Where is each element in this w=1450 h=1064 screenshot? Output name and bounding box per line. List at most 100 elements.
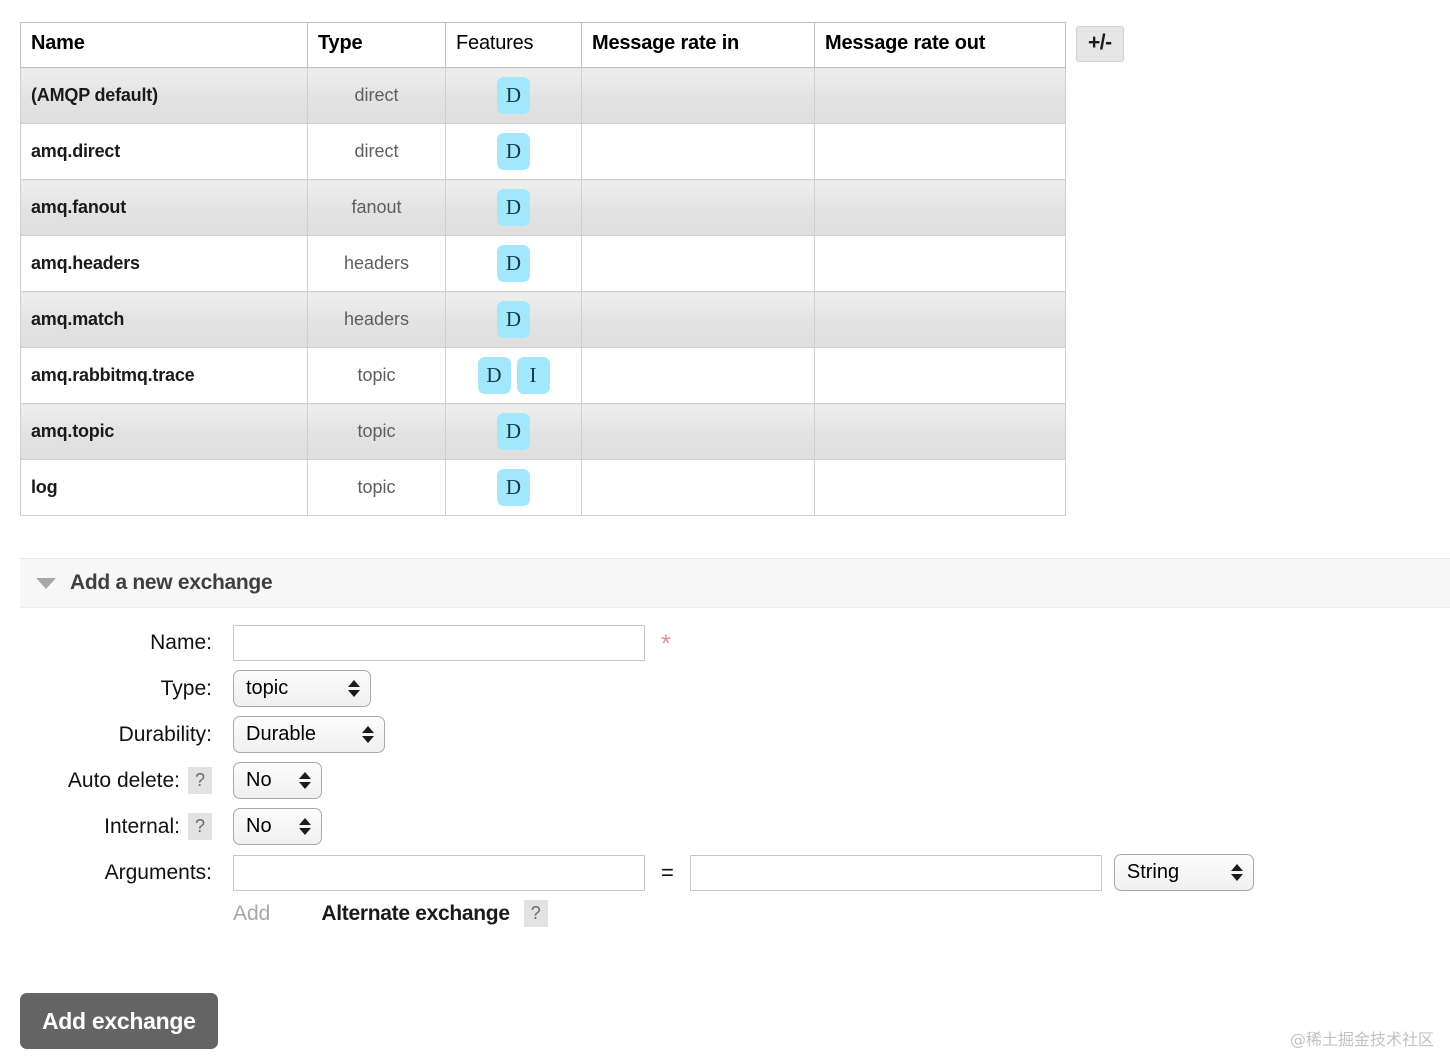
exchange-name-input[interactable] xyxy=(233,625,645,661)
cell-message-rate-out xyxy=(815,292,1066,348)
cell-exchange-name[interactable]: amq.direct xyxy=(21,124,308,180)
cell-message-rate-in xyxy=(582,180,815,236)
watermark: @稀土掘金技术社区 xyxy=(1290,1026,1434,1050)
cell-message-rate-in xyxy=(582,124,815,180)
internal-field-area: No xyxy=(233,808,322,845)
stepper-arrows-icon xyxy=(299,769,311,793)
column-header-message-rate-out[interactable]: Message rate out xyxy=(815,23,1066,68)
equals-separator: = xyxy=(661,860,674,886)
column-header-type[interactable]: Type xyxy=(308,23,446,68)
durable-badge: D xyxy=(497,301,530,338)
argument-type-select[interactable]: String xyxy=(1114,854,1254,891)
durable-badge: D xyxy=(497,189,530,226)
form-row-arguments: Arguments: = String xyxy=(0,854,1450,891)
cell-message-rate-out xyxy=(815,180,1066,236)
arguments-label: Arguments: xyxy=(0,861,212,885)
argument-type-select-value: String xyxy=(1127,861,1179,884)
durability-label: Durability: xyxy=(0,723,212,747)
cell-message-rate-out xyxy=(815,348,1066,404)
auto-delete-label-group: Auto delete: ? xyxy=(0,767,212,794)
column-header-message-rate-in[interactable]: Message rate in xyxy=(582,23,815,68)
cell-exchange-name[interactable]: amq.topic xyxy=(21,404,308,460)
table-row[interactable]: amq.matchheadersD xyxy=(21,292,1066,348)
internal-label-group: Internal: ? xyxy=(0,813,212,840)
cell-message-rate-in xyxy=(582,460,815,516)
table-row[interactable]: (AMQP default)directD xyxy=(21,68,1066,124)
auto-delete-select[interactable]: No xyxy=(233,762,322,799)
auto-delete-field-area: No xyxy=(233,762,322,799)
form-row-auto-delete: Auto delete: ? No xyxy=(0,762,1450,799)
stepper-arrows-icon xyxy=(362,723,374,747)
arguments-sub-row: Add Alternate exchange ? xyxy=(233,900,1450,927)
exchange-type-select[interactable]: topic xyxy=(233,670,371,707)
cell-exchange-features: D xyxy=(446,292,582,348)
cell-exchange-name[interactable]: amq.match xyxy=(21,292,308,348)
add-exchange-form: Name: * Type: topic Durability: Durable xyxy=(0,625,1450,927)
internal-select[interactable]: No xyxy=(233,808,322,845)
cell-exchange-features: D xyxy=(446,460,582,516)
cell-exchange-name[interactable]: log xyxy=(21,460,308,516)
cell-message-rate-out xyxy=(815,68,1066,124)
internal-select-value: No xyxy=(246,815,272,838)
cell-exchange-name[interactable]: amq.fanout xyxy=(21,180,308,236)
form-row-durability: Durability: Durable xyxy=(0,716,1450,753)
internal-help-icon[interactable]: ? xyxy=(188,813,212,840)
add-exchange-submit-button[interactable]: Add exchange xyxy=(20,993,218,1049)
table-row[interactable]: amq.directdirectD xyxy=(21,124,1066,180)
table-header: Name Type Features Message rate in Messa… xyxy=(21,23,1066,68)
type-label: Type: xyxy=(0,677,212,701)
type-field-area: topic xyxy=(233,670,371,707)
table-row[interactable]: amq.rabbitmq.tracetopicDI xyxy=(21,348,1066,404)
cell-exchange-name[interactable]: amq.rabbitmq.trace xyxy=(21,348,308,404)
durability-select-value: Durable xyxy=(246,723,316,746)
cell-message-rate-in xyxy=(582,292,815,348)
durable-badge: D xyxy=(497,413,530,450)
name-field-area: * xyxy=(233,625,671,661)
durable-badge: D xyxy=(497,469,530,506)
table-row[interactable]: amq.fanoutfanout D xyxy=(21,180,1066,236)
stepper-arrows-icon xyxy=(348,677,360,701)
cell-exchange-type: fanout xyxy=(308,180,446,236)
column-header-name[interactable]: Name xyxy=(21,23,308,68)
cell-exchange-name[interactable]: amq.headers xyxy=(21,236,308,292)
cell-exchange-features: D xyxy=(446,124,582,180)
form-row-name: Name: * xyxy=(0,625,1450,661)
cell-message-rate-in xyxy=(582,348,815,404)
auto-delete-help-icon[interactable]: ? xyxy=(188,767,212,794)
cell-exchange-type: direct xyxy=(308,68,446,124)
arguments-field-area: = String xyxy=(233,854,1254,891)
table-header-row: Name Type Features Message rate in Messa… xyxy=(21,23,1066,68)
auto-delete-select-value: No xyxy=(246,769,272,792)
cell-message-rate-out xyxy=(815,236,1066,292)
cell-message-rate-in xyxy=(582,68,815,124)
alternate-exchange-help-icon[interactable]: ? xyxy=(524,900,548,927)
type-select-value: topic xyxy=(246,677,288,700)
table-body: (AMQP default)directDamq.directdirectDam… xyxy=(21,68,1066,516)
cell-exchange-type: topic xyxy=(308,348,446,404)
internal-badge: I xyxy=(517,357,550,394)
section-title: Add a new exchange xyxy=(70,571,272,595)
durable-badge: D xyxy=(497,133,530,170)
exchanges-table: Name Type Features Message rate in Messa… xyxy=(20,22,1066,516)
cell-exchange-type: topic xyxy=(308,460,446,516)
argument-key-input[interactable] xyxy=(233,855,645,891)
auto-delete-label: Auto delete: xyxy=(68,769,180,793)
alternate-exchange-label[interactable]: Alternate exchange xyxy=(321,902,509,926)
internal-label: Internal: xyxy=(104,815,180,839)
add-exchange-section-header[interactable]: Add a new exchange xyxy=(20,558,1450,608)
add-argument-link[interactable]: Add xyxy=(233,902,270,926)
durable-badge: D xyxy=(497,245,530,282)
table-row[interactable]: logtopic D xyxy=(21,460,1066,516)
argument-value-input[interactable] xyxy=(690,855,1102,891)
triangle-down-icon[interactable] xyxy=(36,578,56,589)
durability-select[interactable]: Durable xyxy=(233,716,385,753)
cell-exchange-name[interactable]: (AMQP default) xyxy=(21,68,308,124)
table-row[interactable]: amq.headersheadersD xyxy=(21,236,1066,292)
cell-exchange-features: D xyxy=(446,236,582,292)
cell-message-rate-in xyxy=(582,236,815,292)
durability-field-area: Durable xyxy=(233,716,385,753)
stepper-arrows-icon xyxy=(299,815,311,839)
table-row[interactable]: amq.topictopicD xyxy=(21,404,1066,460)
toggle-columns-button[interactable]: +/- xyxy=(1076,26,1124,62)
exchanges-table-container: Name Type Features Message rate in Messa… xyxy=(20,22,1065,516)
